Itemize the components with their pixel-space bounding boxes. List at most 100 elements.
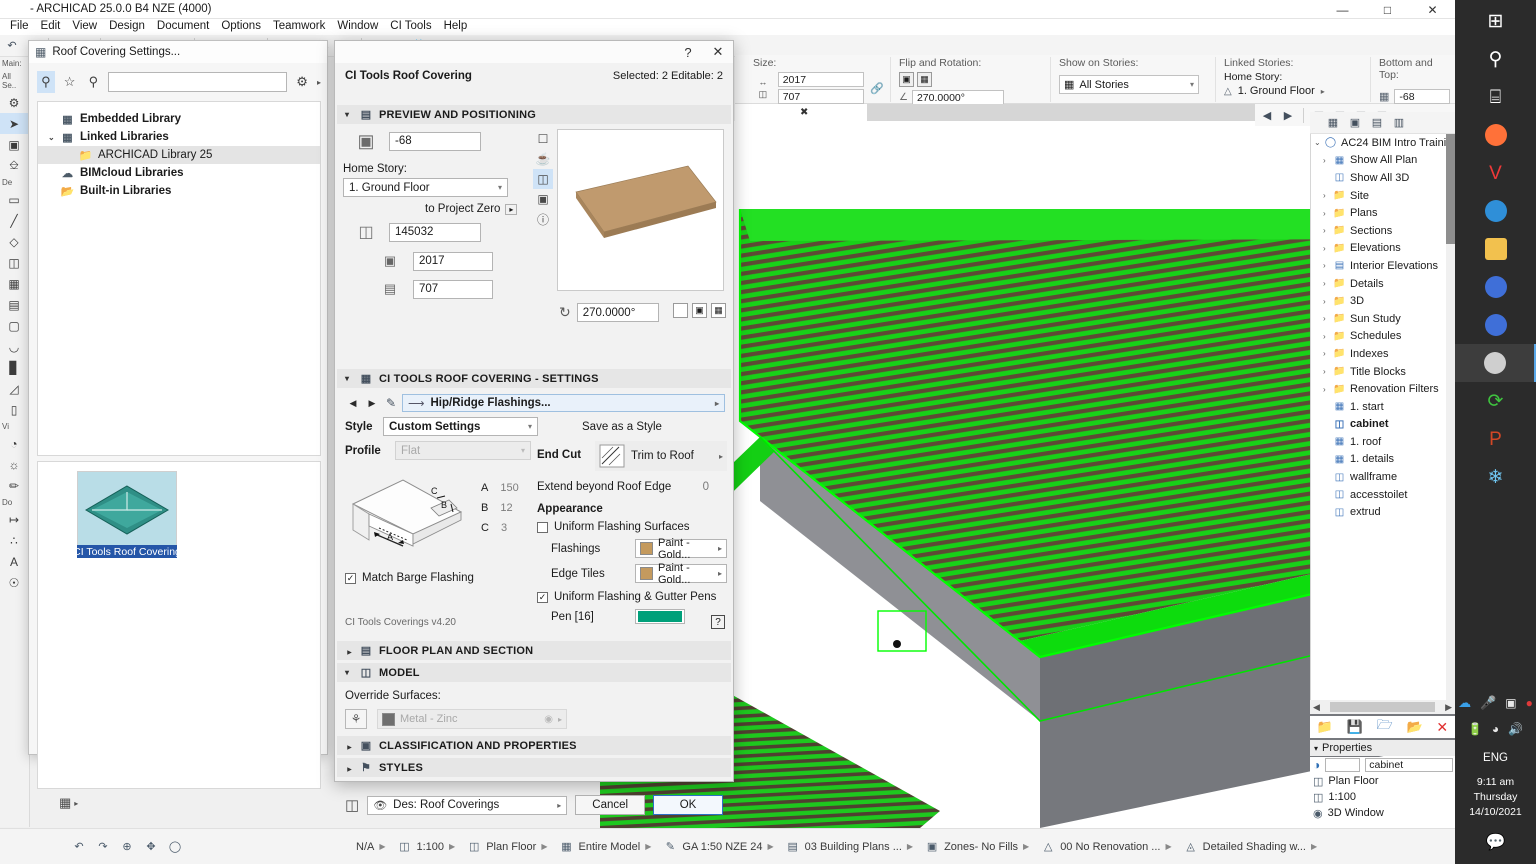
vivaldi-icon[interactable]: V <box>1455 154 1536 192</box>
height-input[interactable]: 707 <box>413 279 493 299</box>
edge-tiles-material-select[interactable]: Paint - Gold... ▸ <box>635 562 727 586</box>
navigator-publisher-icon[interactable]: ▥ <box>1390 114 1408 132</box>
navigator-tree-item[interactable]: › 📁 Sun Study <box>1311 310 1455 328</box>
tool-stair-icon[interactable]: ▊ <box>0 357 28 378</box>
end-cut-arrow-icon[interactable]: ▸ <box>719 452 723 461</box>
menu-teamwork[interactable]: Teamwork <box>267 19 331 33</box>
navigator-tree-item[interactable]: ▦ 1. start <box>1311 398 1455 416</box>
clone-folder-icon[interactable]: 📁 <box>1317 719 1333 735</box>
tree-expand-arrow-icon[interactable]: › <box>1323 156 1333 165</box>
library-tree-item[interactable]: ☁ BIMcloud Libraries <box>38 164 320 182</box>
section-styles[interactable]: ▾ ⚑ STYLES <box>337 758 731 777</box>
redo-status-icon[interactable]: ↷ <box>96 841 110 853</box>
statusbar-item[interactable]: ◫ Plan Floor ▶ <box>461 841 553 854</box>
size-height-input[interactable]: 707 <box>777 89 864 104</box>
statusbar-item[interactable]: ▣ Zones- No Fills ▶ <box>919 841 1035 854</box>
sync-icon[interactable]: ⟳ <box>1455 382 1536 420</box>
flashings-material-select[interactable]: Paint - Gold... ▸ <box>635 537 727 561</box>
notification-center-button[interactable]: 💬 <box>1455 832 1536 852</box>
uniform-surfaces-checkbox[interactable] <box>537 521 548 533</box>
tree-expand-arrow-icon[interactable]: › <box>1323 332 1333 341</box>
tool-beam-icon[interactable]: ◇ <box>0 231 28 252</box>
tool-slab-icon[interactable]: ◫ <box>0 252 28 273</box>
navigator-tree-item[interactable]: › 📁 Site <box>1311 187 1455 205</box>
edge-icon[interactable] <box>1455 192 1536 230</box>
statusbar-popup-arrow-icon[interactable]: ▶ <box>1165 842 1171 851</box>
gear-icon[interactable]: ⚙ <box>293 71 311 93</box>
tool-roof-icon[interactable]: ▦ <box>0 273 28 294</box>
navigator-hscrollbar[interactable]: ◀ ▶ <box>1310 700 1455 714</box>
library-manager-icon[interactable]: ▦ <box>59 795 71 811</box>
navigator-view-map-icon[interactable]: ▣ <box>1346 114 1364 132</box>
properties-header[interactable]: ▾ Properties <box>1310 740 1455 756</box>
navigator-tree-item[interactable]: › 📁 Indexes <box>1311 345 1455 363</box>
library-search-input[interactable] <box>108 72 288 92</box>
match-barge-row[interactable]: ✓ Match Barge Flashing <box>345 572 535 584</box>
new-folder-icon[interactable]: 🗁 <box>1377 716 1393 738</box>
library-object-thumbnail[interactable] <box>77 471 177 547</box>
tool-window-icon[interactable]: ▢ <box>0 315 28 336</box>
taskbar-clock[interactable]: 9:11 am Thursday 14/10/2021 <box>1455 775 1536 820</box>
end-cut-select[interactable]: Trim to Roof ▸ <box>595 441 727 471</box>
section-model[interactable]: ▾ ◫ MODEL <box>337 663 731 682</box>
flip-vertical-button[interactable]: ▦ <box>917 72 932 87</box>
file-explorer-icon[interactable] <box>1455 230 1536 268</box>
menu-help[interactable]: Help <box>438 19 474 33</box>
properties-id-input[interactable] <box>1325 758 1361 772</box>
tool-wall-icon[interactable]: ▭ <box>0 189 28 210</box>
statusbar-popup-arrow-icon[interactable]: ▶ <box>768 842 774 851</box>
tool-door-icon[interactable]: ▯ <box>0 399 28 420</box>
undo-icon[interactable]: ↶ <box>3 37 21 55</box>
menu-file[interactable]: File <box>4 19 35 33</box>
previous-object-icon[interactable]: ◀ <box>345 395 361 411</box>
tree-expand-arrow-icon[interactable]: › <box>1323 349 1333 358</box>
project-zero-input[interactable]: 145032 <box>389 222 481 242</box>
layer-select[interactable]: 👁 Des: Roof Coverings ▸ <box>367 795 568 815</box>
navigator-tree-item[interactable]: › 📁 Schedules <box>1311 328 1455 346</box>
navigator-layouts-icon[interactable]: ▤ <box>1368 114 1386 132</box>
match-barge-checkbox[interactable]: ✓ <box>345 572 356 584</box>
settings-folder-icon[interactable]: 📂 <box>1406 719 1422 735</box>
tree-expand-arrow-icon[interactable]: › <box>1323 367 1333 376</box>
tree-expand-arrow-icon[interactable]: › <box>1323 385 1333 394</box>
mirror-horizontal-button[interactable]: ▣ <box>692 303 707 318</box>
tree-expand-arrow-icon[interactable]: › <box>1323 209 1333 218</box>
link-proportions-icon[interactable]: 🔗 <box>869 79 885 97</box>
navigator-scroll-thumb[interactable] <box>1446 134 1455 244</box>
browse-library-icon[interactable]: ⚲ <box>37 71 55 93</box>
size-width-input[interactable]: 2017 <box>777 72 864 87</box>
navigator-tree-item[interactable]: › 📁 Renovation Filters <box>1311 380 1455 398</box>
navigator-tree-item[interactable]: ▦ 1. details <box>1311 451 1455 469</box>
gdl-help-button[interactable]: ? <box>711 615 725 629</box>
statusbar-popup-arrow-icon[interactable]: ▶ <box>1023 842 1029 851</box>
navigator-project-map-icon[interactable]: ▦ <box>1324 114 1342 132</box>
close-button[interactable]: ✕ <box>1410 0 1455 19</box>
screenshot-icon[interactable]: ▣ <box>1505 696 1516 710</box>
view-bounding-box-icon[interactable]: ▣ <box>533 189 553 209</box>
extend-value[interactable]: 0 <box>703 481 727 493</box>
undo-status-icon[interactable]: ↶ <box>72 841 86 853</box>
tool-arrow-icon[interactable]: ➤ <box>0 113 28 134</box>
search-icon[interactable]: ⚲ <box>85 71 103 93</box>
navigator-tree-item[interactable]: ◫ accesstoilet <box>1311 486 1455 504</box>
view-2d-symbol-icon[interactable]: ☐ <box>533 129 553 149</box>
navigator-tree-item[interactable]: › 📁 Title Blocks <box>1311 363 1455 381</box>
edit-object-icon[interactable]: ✎ <box>383 395 399 411</box>
tree-expand-arrow-icon[interactable]: › <box>1323 191 1333 200</box>
tree-expand-arrow-icon[interactable]: ⌄ <box>48 133 60 142</box>
uniform-pens-row[interactable]: ✓ Uniform Flashing & Gutter Pens <box>537 591 727 603</box>
edge-tiles-arrow-icon[interactable]: ▸ <box>718 569 722 578</box>
rotation-input[interactable]: 270.0000° <box>576 303 659 322</box>
properties-name-input[interactable]: cabinet <box>1365 758 1454 772</box>
tool-light-icon[interactable]: ☼ <box>0 454 28 475</box>
object-expand-arrow-icon[interactable]: ▸ <box>715 399 719 408</box>
tree-expand-arrow-icon[interactable]: › <box>1323 297 1333 306</box>
menu-options[interactable]: Options <box>215 19 267 33</box>
search-icon[interactable]: ⚲ <box>1455 40 1536 78</box>
navigator-tree-item[interactable]: › ▤ Interior Elevations <box>1311 257 1455 275</box>
tool-label-icon[interactable]: ☉ <box>0 572 28 593</box>
tool-shell-icon[interactable]: ◡ <box>0 336 28 357</box>
tree-expand-arrow-icon[interactable]: ⌄ <box>1314 138 1324 147</box>
save-as-style-button[interactable]: Save as a Style <box>582 421 662 433</box>
arrow-settings-icon[interactable]: ⚙ <box>0 92 28 113</box>
